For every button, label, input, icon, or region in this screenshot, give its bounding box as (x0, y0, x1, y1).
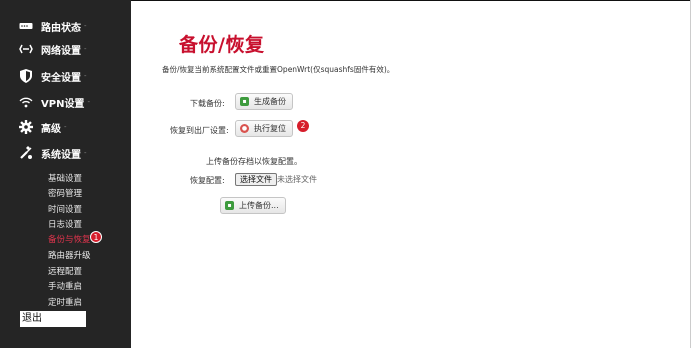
upload-backup-button[interactable]: ▪ 上传备份... (220, 197, 286, 214)
gear-icon (19, 120, 33, 134)
sidebar-item-system[interactable]: 系统设置 - (0, 143, 131, 163)
step-badge: 1 (90, 231, 102, 243)
router-status-icon (19, 19, 33, 33)
step-badge: 2 (297, 120, 309, 132)
sidebar-item-router-status[interactable]: 路由状态 - (0, 16, 131, 36)
factory-reset-button-label: 执行复位 (254, 124, 286, 133)
sidebar-item-label: 安全设置 (41, 72, 81, 84)
reset-icon: ● (240, 124, 249, 133)
download-backup-label: 下载备份: (190, 99, 225, 108)
sidebar: 路由状态 - 网络设置 - 安全设置 - VPN设置 - 高级 - 系统设置 -… (0, 0, 131, 348)
factory-reset-label: 恢复到出厂设置: (170, 126, 229, 135)
tools-icon (19, 146, 33, 160)
submenu-item-log[interactable]: 日志设置 (48, 218, 82, 230)
submenu-item-upgrade[interactable]: 路由器升级 (48, 249, 91, 261)
network-icon (19, 42, 33, 56)
submenu-item-backup-restore[interactable]: 备份与恢复 (48, 233, 91, 245)
upload-hint: 上传备份存档以恢复配置。 (206, 157, 302, 166)
logout-button[interactable]: 退出 (20, 311, 86, 327)
sidebar-item-security[interactable]: 安全设置 - (0, 66, 131, 86)
no-file-selected-text: 未选择文件 (277, 175, 317, 184)
submenu-item-password[interactable]: 密码管理 (48, 187, 82, 199)
choose-file-button[interactable]: 选择文件 (235, 173, 277, 186)
chevron-down-icon: - (87, 98, 90, 106)
factory-reset-button[interactable]: ● 执行复位 (235, 120, 293, 137)
shield-icon (19, 69, 33, 83)
vpn-icon (19, 95, 33, 109)
sidebar-item-label: 系统设置 (41, 149, 81, 161)
sidebar-item-label: 网络设置 (41, 45, 81, 57)
chevron-down-icon: - (84, 149, 87, 157)
upload-icon: ▪ (225, 201, 234, 210)
chevron-down-icon: - (84, 22, 87, 30)
chevron-down-icon: - (84, 45, 87, 53)
sidebar-item-advanced[interactable]: 高级 - (0, 117, 131, 137)
submenu-item-remote[interactable]: 远程配置 (48, 265, 82, 277)
page-title: 备份/恢复 (179, 34, 265, 56)
sidebar-item-vpn[interactable]: VPN设置 - (0, 92, 131, 112)
submenu-item-time[interactable]: 时间设置 (48, 203, 82, 215)
sidebar-item-network[interactable]: 网络设置 - (0, 39, 131, 59)
sidebar-item-label: VPN设置 (41, 98, 85, 110)
upload-backup-button-label: 上传备份... (239, 201, 279, 210)
sidebar-item-label: 路由状态 (41, 22, 81, 34)
sidebar-item-label: 高级 (41, 123, 61, 135)
restore-config-label: 恢复配置: (190, 176, 225, 185)
generate-backup-label: 生成备份 (254, 97, 286, 106)
submenu-item-reboot[interactable]: 手动重启 (48, 280, 82, 292)
submenu-item-basic[interactable]: 基础设置 (48, 172, 82, 184)
submenu-item-scheduled-reboot[interactable]: 定时重启 (48, 296, 82, 308)
archive-icon: ▪ (240, 97, 249, 106)
chevron-down-icon: - (64, 123, 67, 131)
page-description: 备份/恢复当前系统配置文件或重置OpenWrt(仅squashfs固件有效)。 (162, 65, 395, 74)
generate-backup-button[interactable]: ▪ 生成备份 (235, 93, 293, 110)
chevron-down-icon: - (84, 72, 87, 80)
